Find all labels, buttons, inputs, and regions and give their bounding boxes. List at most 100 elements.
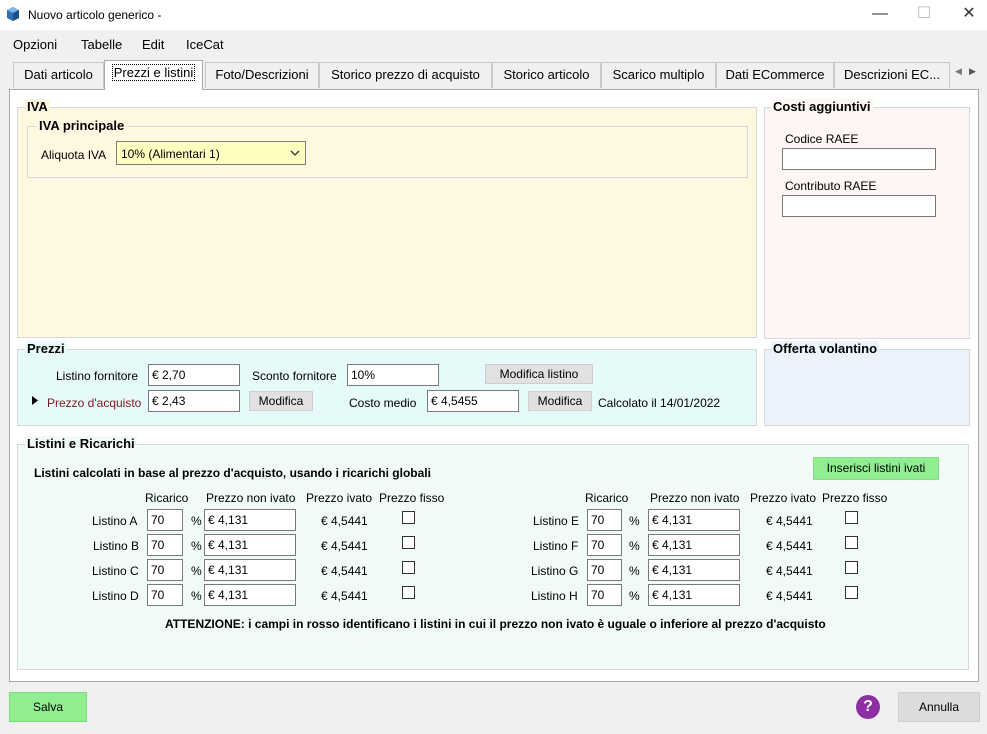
contributo-raee-input[interactable] bbox=[782, 195, 936, 217]
prezzo-ivato-value: € 4,5441 bbox=[766, 539, 813, 553]
chevron-down-icon bbox=[290, 150, 300, 156]
title-bar: Nuovo articolo generico - — ☐ ✕ bbox=[0, 0, 987, 30]
tab-dati-articolo[interactable]: Dati articolo bbox=[13, 62, 104, 88]
menu-edit[interactable]: Edit bbox=[142, 37, 164, 52]
costo-medio-label: Costo medio bbox=[349, 396, 417, 410]
listino-name: Listino D bbox=[92, 589, 139, 603]
listini-ricarichi-group: Listini e Ricarichi Listini calcolati in… bbox=[17, 436, 969, 670]
modifica-prezzo-button[interactable]: Modifica bbox=[249, 391, 313, 411]
listino-name: Listino C bbox=[92, 564, 139, 578]
percent-sign: % bbox=[629, 539, 640, 553]
prezzi-group-label: Prezzi bbox=[25, 341, 67, 356]
listini-ricarichi-label: Listini e Ricarichi bbox=[25, 436, 137, 451]
header-fisso-right: Prezzo fisso bbox=[822, 491, 888, 505]
ricarico-input[interactable]: 70 bbox=[587, 534, 622, 556]
costo-medio-input[interactable]: € 4,5455 bbox=[427, 390, 519, 412]
annulla-button[interactable]: Annulla bbox=[898, 692, 980, 722]
header-ivato-right: Prezzo ivato bbox=[750, 491, 817, 505]
prezzo-fisso-checkbox[interactable] bbox=[845, 586, 858, 599]
tab-strip: Dati articolo Prezzi e listini Foto/Desc… bbox=[0, 60, 987, 90]
attenzione-note: ATTENZIONE: i campi in rosso identifican… bbox=[165, 617, 826, 631]
tab-storico-articolo[interactable]: Storico articolo bbox=[492, 62, 601, 88]
inserisci-listini-ivati-button[interactable]: Inserisci listini ivati bbox=[813, 457, 939, 480]
percent-sign: % bbox=[629, 514, 640, 528]
prezzo-ivato-value: € 4,5441 bbox=[766, 514, 813, 528]
close-button[interactable]: ✕ bbox=[946, 0, 987, 30]
prezzo-non-ivato-input[interactable]: € 4,131 bbox=[204, 584, 296, 606]
menu-bar: Opzioni Tabelle Edit IceCat bbox=[0, 30, 987, 58]
ricarico-input[interactable]: 70 bbox=[587, 559, 622, 581]
prezzo-ivato-value: € 4,5441 bbox=[321, 539, 368, 553]
header-ricarico-right: Ricarico bbox=[585, 491, 629, 505]
tab-foto-descrizioni[interactable]: Foto/Descrizioni bbox=[205, 62, 319, 88]
tab-storico-prezzo-acquisto[interactable]: Storico prezzo di acquisto bbox=[319, 62, 492, 88]
prezzi-group: Prezzi Listino fornitore € 2,70 Sconto f… bbox=[17, 341, 757, 426]
tab-prezzi-e-listini[interactable]: Prezzi e listini bbox=[104, 60, 203, 90]
prezzo-non-ivato-input[interactable]: € 4,131 bbox=[648, 509, 740, 531]
percent-sign: % bbox=[629, 589, 640, 603]
percent-sign: % bbox=[191, 539, 202, 553]
prezzo-ivato-value: € 4,5441 bbox=[766, 589, 813, 603]
menu-icecat[interactable]: IceCat bbox=[186, 37, 224, 52]
costi-aggiuntivi-group: Costi aggiuntivi Codice RAEE Contributo … bbox=[764, 99, 970, 339]
salva-button[interactable]: Salva bbox=[9, 692, 87, 722]
prezzo-fisso-checkbox[interactable] bbox=[402, 536, 415, 549]
offerta-volantino-group: Offerta volantino bbox=[764, 341, 970, 426]
modifica-costo-medio-button[interactable]: Modifica bbox=[528, 391, 592, 411]
prezzo-non-ivato-input[interactable]: € 4,131 bbox=[648, 584, 740, 606]
calcolato-il-text: Calcolato il 14/01/2022 bbox=[598, 396, 721, 410]
prezzo-fisso-checkbox[interactable] bbox=[402, 586, 415, 599]
ricarico-input[interactable]: 70 bbox=[147, 584, 183, 606]
prezzo-fisso-checkbox[interactable] bbox=[402, 511, 415, 524]
ricarico-input[interactable]: 70 bbox=[147, 534, 183, 556]
tab-descrizioni-ec[interactable]: Descrizioni EC... bbox=[834, 62, 950, 88]
prezzo-non-ivato-input[interactable]: € 4,131 bbox=[204, 509, 296, 531]
aliquota-iva-select[interactable]: 10% (Alimentari 1) bbox=[116, 141, 306, 165]
tab-scroll-right-icon[interactable]: ▶ bbox=[969, 66, 976, 77]
prezzo-ivato-value: € 4,5441 bbox=[321, 514, 368, 528]
prezzo-non-ivato-input[interactable]: € 4,131 bbox=[204, 534, 296, 556]
app-icon bbox=[7, 7, 19, 21]
menu-tabelle[interactable]: Tabelle bbox=[81, 37, 122, 52]
prezzo-fisso-checkbox[interactable] bbox=[845, 536, 858, 549]
iva-group: IVA IVA principale Aliquota IVA 10% (Ali… bbox=[17, 99, 757, 338]
prezzo-non-ivato-input[interactable]: € 4,131 bbox=[204, 559, 296, 581]
prezzo-fisso-checkbox[interactable] bbox=[845, 561, 858, 574]
header-non-ivato-right: Prezzo non ivato bbox=[650, 491, 740, 505]
ricarico-input[interactable]: 70 bbox=[587, 509, 622, 531]
maximize-button[interactable]: ☐ bbox=[901, 0, 947, 30]
ricarico-input[interactable]: 70 bbox=[587, 584, 622, 606]
listino-name: Listino E bbox=[533, 514, 580, 528]
listino-fornitore-input[interactable]: € 2,70 bbox=[148, 364, 240, 386]
menu-opzioni[interactable]: Opzioni bbox=[13, 37, 57, 52]
prezzo-ivato-value: € 4,5441 bbox=[321, 589, 368, 603]
tab-scarico-multiplo[interactable]: Scarico multiplo bbox=[601, 62, 716, 88]
prezzo-non-ivato-input[interactable]: € 4,131 bbox=[648, 534, 740, 556]
costi-aggiuntivi-label: Costi aggiuntivi bbox=[771, 99, 873, 114]
header-ivato-left: Prezzo ivato bbox=[306, 491, 373, 505]
listino-fornitore-label: Listino fornitore bbox=[56, 369, 139, 383]
header-non-ivato-left: Prezzo non ivato bbox=[206, 491, 296, 505]
prezzo-non-ivato-input[interactable]: € 4,131 bbox=[648, 559, 740, 581]
minimize-button[interactable]: — bbox=[857, 0, 903, 30]
ricarico-input[interactable]: 70 bbox=[147, 559, 183, 581]
help-icon[interactable]: ? bbox=[856, 695, 880, 719]
prezzo-ivato-value: € 4,5441 bbox=[321, 564, 368, 578]
codice-raee-input[interactable] bbox=[782, 148, 936, 170]
prezzo-acquisto-input[interactable]: € 2,43 bbox=[148, 390, 240, 412]
aliquota-iva-label: Aliquota IVA bbox=[41, 148, 107, 162]
percent-sign: % bbox=[191, 564, 202, 578]
prezzo-fisso-checkbox[interactable] bbox=[845, 511, 858, 524]
tab-dati-ecommerce[interactable]: Dati ECommerce bbox=[716, 62, 834, 88]
sconto-fornitore-label: Sconto fornitore bbox=[252, 369, 337, 383]
listino-name: Listino F bbox=[533, 539, 579, 553]
modifica-listino-button[interactable]: Modifica listino bbox=[485, 364, 593, 384]
ricarico-input[interactable]: 70 bbox=[147, 509, 183, 531]
tab-scroll-left-icon[interactable]: ◀ bbox=[955, 66, 962, 77]
listino-name: Listino H bbox=[531, 589, 578, 603]
listino-name: Listino A bbox=[92, 514, 138, 528]
iva-group-label: IVA bbox=[25, 99, 50, 114]
prezzo-fisso-checkbox[interactable] bbox=[402, 561, 415, 574]
row-pointer-icon bbox=[32, 396, 38, 405]
sconto-fornitore-input[interactable]: 10% bbox=[347, 364, 439, 386]
